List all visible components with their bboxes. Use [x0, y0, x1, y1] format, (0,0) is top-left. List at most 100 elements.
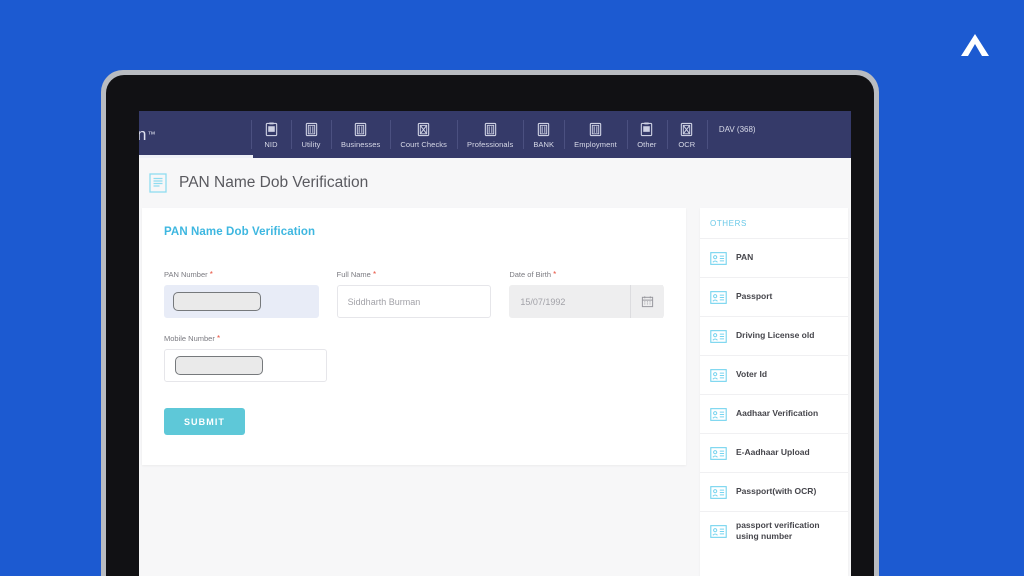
sidebar-item-label: PAN — [736, 252, 754, 263]
app-logo-text: n — [139, 125, 147, 144]
nav-item-other[interactable]: Other — [626, 111, 667, 158]
nav-item-label: Businesses — [341, 139, 381, 149]
mobile-number-label: Mobile Number * — [164, 334, 327, 343]
sidebar-item-label: Aadhaar Verification — [736, 408, 819, 419]
page-header: PAN Name Dob Verification — [139, 158, 851, 208]
sidebar-item-passport-with-ocr[interactable]: Passport(with OCR) — [700, 472, 848, 511]
pan-number-input-wrapper[interactable] — [164, 285, 319, 318]
document-icon — [354, 122, 367, 136]
required-asterisk: * — [553, 270, 557, 279]
chevron-up-logo-icon — [956, 26, 994, 64]
app-logo[interactable]: n ™ — [139, 111, 253, 158]
calendar-picker-button[interactable] — [630, 285, 664, 318]
form-card-title: PAN Name Dob Verification — [164, 226, 316, 238]
sidebar-item-label: Voter Id — [736, 369, 768, 380]
nav-item-court-checks[interactable]: Court Checks — [390, 111, 457, 158]
field-group-full-name: Full Name * Siddharth Burman — [336, 270, 492, 318]
full-name-input-wrapper[interactable]: Siddharth Burman — [336, 285, 492, 318]
court-icon — [417, 122, 430, 136]
trademark-symbol: ™ — [147, 130, 156, 139]
pan-number-label-text: PAN Number — [164, 270, 208, 279]
pan-number-label: PAN Number * — [164, 270, 319, 279]
nav-item-label: OCR — [678, 139, 696, 149]
nav-item-employment[interactable]: Employment — [564, 111, 627, 158]
account-label: DAV (368) — [718, 125, 756, 134]
id-card-icon — [710, 251, 727, 265]
date-of-birth-input-value: 15/07/1992 — [520, 296, 566, 307]
nav-item-label: Court Checks — [400, 139, 447, 149]
nav-item-label: Utility — [301, 139, 321, 149]
nav-item-list: NID Utility Businesses Court Checks Prof… — [251, 111, 851, 158]
account-menu[interactable]: DAV (368) — [706, 111, 768, 158]
nav-item-professionals[interactable]: Professionals — [457, 111, 523, 158]
id-card-icon — [710, 368, 727, 382]
browser-screen: n ™ NID Utility Businesses Court Checks … — [139, 111, 851, 576]
date-of-birth-label-text: Date of Birth — [509, 270, 552, 279]
sidebar-item-label: Driving License old — [736, 330, 815, 341]
full-name-label-text: Full Name — [336, 270, 371, 279]
mobile-number-input-wrapper[interactable] — [164, 349, 327, 382]
form-row-2: Mobile Number * — [164, 334, 664, 382]
sidebar-item-pan[interactable]: PAN — [700, 238, 848, 277]
pan-number-input[interactable] — [173, 292, 261, 311]
nav-item-label: Professionals — [467, 139, 514, 149]
sidebar-item-label: Passport — [736, 291, 773, 302]
device-frame: n ™ NID Utility Businesses Court Checks … — [101, 70, 879, 576]
id-card-icon — [710, 407, 727, 421]
sidebar-item-label: E-Aadhaar Upload — [736, 447, 810, 458]
sidebar-item-passport-verification-using-number[interactable]: passport verification using number — [700, 511, 848, 551]
id-card-icon — [710, 446, 727, 460]
nav-item-nid[interactable]: NID — [251, 111, 291, 158]
nav-item-label: Other — [637, 139, 657, 149]
required-asterisk: * — [209, 270, 213, 279]
nav-item-label: Employment — [574, 139, 617, 149]
document-icon — [484, 122, 496, 136]
sidebar-item-label: Passport(with OCR) — [736, 486, 817, 497]
nav-item-utility[interactable]: Utility — [291, 111, 331, 158]
sidebar-header: OTHERS — [710, 219, 747, 228]
page-content: PAN Name Dob Verification PAN Number * F… — [139, 208, 851, 576]
id-card-icon — [710, 485, 727, 499]
sidebar-item-aadhaar-verification[interactable]: Aadhaar Verification — [700, 394, 848, 433]
id-card-icon — [641, 121, 653, 136]
document-lines-icon — [149, 173, 167, 193]
id-card-icon — [710, 329, 727, 343]
id-card-icon — [710, 525, 727, 538]
required-asterisk: * — [372, 270, 377, 279]
id-card-icon — [710, 290, 727, 304]
submit-button[interactable]: SUBMIT — [164, 408, 245, 435]
top-navigation-bar: n ™ NID Utility Businesses Court Checks … — [139, 111, 851, 158]
court-icon — [681, 122, 693, 136]
form-row-1: PAN Number * Full Name * Siddharth Burma… — [164, 270, 665, 318]
nav-item-label: BANK — [533, 139, 555, 149]
sidebar-item-driving-license-old[interactable]: Driving License old — [700, 316, 848, 355]
sidebar-item-e-aadhaar-upload[interactable]: E-Aadhaar Upload — [700, 433, 848, 472]
verification-form-card: PAN Name Dob Verification PAN Number * F… — [142, 208, 686, 465]
sidebar-item-voter-id[interactable]: Voter Id — [700, 355, 848, 394]
sidebar-item-passport[interactable]: Passport — [700, 277, 848, 316]
full-name-input-value: Siddharth Burman — [347, 296, 421, 307]
document-icon — [305, 122, 317, 136]
document-icon — [538, 122, 550, 136]
calendar-icon — [641, 296, 653, 308]
others-sidebar: OTHERS PAN Passport Driving License old … — [700, 208, 848, 576]
device-bezel: n ™ NID Utility Businesses Court Checks … — [106, 75, 874, 576]
nav-item-ocr[interactable]: OCR — [666, 111, 707, 158]
nav-item-businesses[interactable]: Businesses — [331, 111, 390, 158]
date-of-birth-input-wrapper[interactable]: 15/07/1992 — [509, 285, 665, 318]
page-title: PAN Name Dob Verification — [179, 174, 369, 191]
sidebar-item-label: passport verification using number — [736, 520, 820, 542]
date-of-birth-label: Date of Birth * — [509, 270, 664, 279]
field-group-pan-number: PAN Number * — [164, 270, 319, 318]
screenshot-root: n ™ NID Utility Businesses Court Checks … — [0, 0, 1024, 576]
nav-item-bank[interactable]: BANK — [523, 111, 564, 158]
required-asterisk: * — [216, 334, 221, 343]
mobile-number-label-text: Mobile Number — [164, 334, 215, 343]
field-group-mobile-number: Mobile Number * — [164, 334, 327, 382]
full-name-label: Full Name * — [337, 270, 492, 279]
nav-item-label: NID — [264, 139, 278, 149]
field-group-date-of-birth: Date of Birth * 15/07/1992 — [509, 270, 665, 318]
document-icon — [589, 122, 602, 136]
id-card-icon — [265, 121, 277, 136]
mobile-number-input[interactable] — [175, 356, 263, 375]
